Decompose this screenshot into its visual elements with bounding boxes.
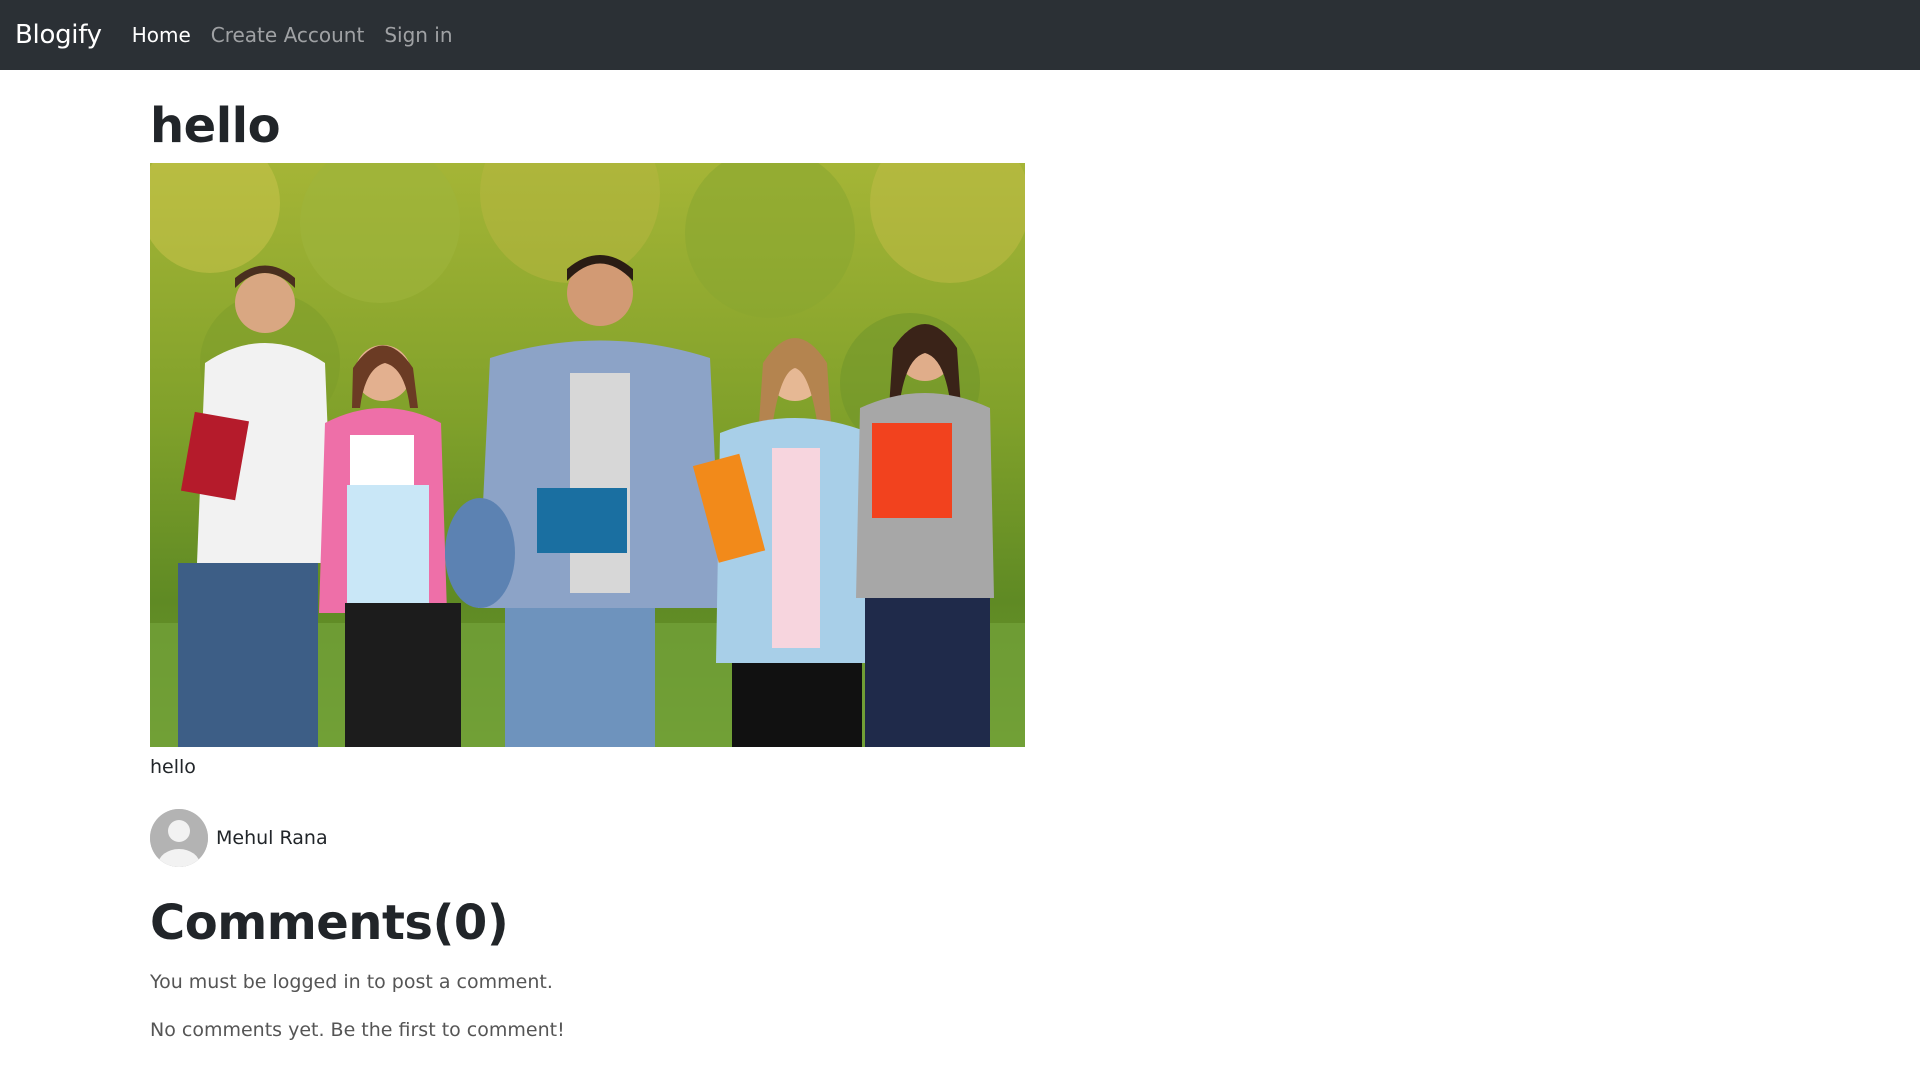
- post-title: hello: [150, 98, 281, 154]
- empty-comments-notice: No comments yet. Be the first to comment…: [150, 1019, 565, 1042]
- top-navbar: Blogify Home Create Account Sign in: [0, 0, 1920, 70]
- comments-title: Comments(0): [150, 895, 509, 952]
- post-author: Mehul Rana: [150, 809, 1030, 868]
- login-notice: You must be logged in to post a comment.: [150, 971, 553, 994]
- nav-links: Home Create Account Sign in: [132, 23, 473, 47]
- nav-sign-in-link[interactable]: Sign in: [384, 23, 452, 47]
- post-image: [150, 162, 1025, 747]
- nav-create-account-link[interactable]: Create Account: [211, 23, 365, 47]
- default-user-avatar-icon: [150, 809, 208, 868]
- post-content: hello hello Mehul Rana Comments(0) You m…: [150, 70, 1030, 1041]
- nav-home-link[interactable]: Home: [132, 23, 191, 47]
- author-name[interactable]: Mehul Rana: [216, 827, 328, 849]
- brand-logo[interactable]: Blogify: [15, 20, 102, 50]
- post-caption: hello: [150, 755, 196, 778]
